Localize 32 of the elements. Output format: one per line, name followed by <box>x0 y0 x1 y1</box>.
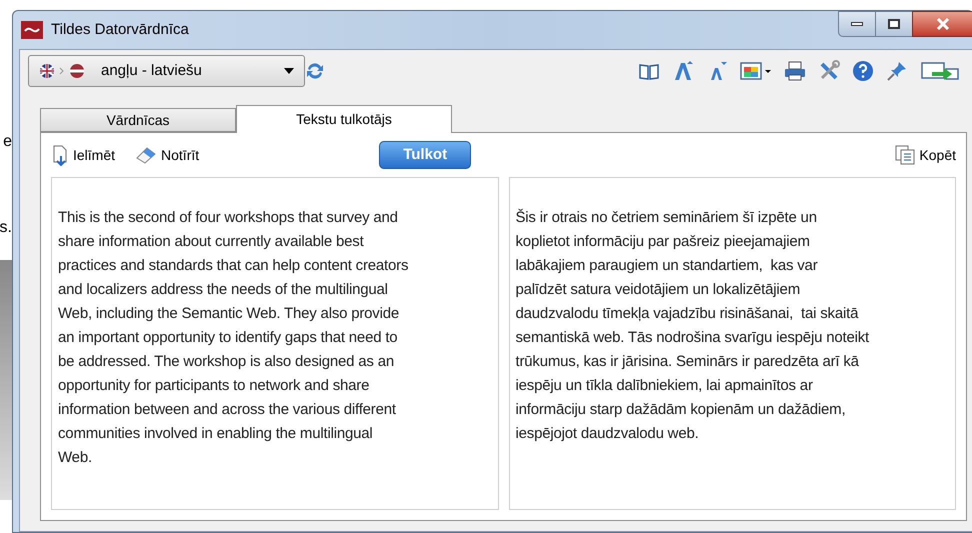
translated-text: Šis ir otrais no četriem semināriem šī izpēte un koplietot informāciju par pašreiz pieejamajiem labākajiem paraugiem un standartiem, kas var palīdzēt satura veidotājiem un lokalizētājiem daudzvalodu tīmekļa vajadzību risināšanai, tai skaitā semantiskā web. Tās nodrošina svarīgu iespēju noteikt trūkumus, kas ir jārisina. Seminārs ir paredzēta arī kā iespēju un tīkla dalībniekiem, lai apmainītos ar informāciju starp dažādām kopienām un dažādiem, iespējojot daudzvalodu web. <box>516 208 870 444</box>
color-scheme-icon[interactable] <box>740 60 772 82</box>
close-icon <box>936 18 950 30</box>
window-title: Tildes Datorvārdnīca <box>51 20 189 40</box>
chevron-icon <box>59 67 65 75</box>
tab[interactable]: Vārdnīcas <box>40 108 236 132</box>
background-text: e <box>3 132 12 152</box>
swap-arrows-icon[interactable] <box>305 61 325 81</box>
printer-icon[interactable] <box>784 60 806 82</box>
copy-icon <box>894 144 916 166</box>
help-icon[interactable] <box>852 60 874 82</box>
dropdown-caret-icon <box>284 68 294 74</box>
maximize-button[interactable] <box>876 11 912 37</box>
translation-text-box[interactable] <box>508 177 956 510</box>
background-text: s. <box>0 218 12 238</box>
copy-button[interactable]: Kopēt <box>894 144 956 166</box>
window-switch-icon[interactable] <box>920 60 960 82</box>
tools-icon[interactable] <box>818 60 840 82</box>
font-increase-icon[interactable] <box>672 60 694 82</box>
app-logo-icon <box>21 21 43 39</box>
pin-icon[interactable] <box>886 60 908 82</box>
paste-button[interactable]: Ielīmēt <box>51 144 116 166</box>
close-button[interactable] <box>912 11 972 37</box>
clear-button[interactable]: Notīrīt <box>135 144 200 166</box>
source-text: This is the second of four workshops that survey and share information about currently available best practices and standards that can help content creators and localizers address the needs of the multilingual Web, including the Semantic Web. They also provide an important opportunity to identify gaps that need to be addressed. The workshop is also designed as an opportunity for participants to network and share information between and across the various different communities involved in enabling the multilingual Web. <box>58 208 410 468</box>
source-text-box[interactable] <box>51 177 498 510</box>
minimize-button[interactable] <box>838 11 876 37</box>
latvia-flag-icon <box>69 63 85 79</box>
language-pair-dropdown[interactable]: angļu - latviešu <box>28 55 305 87</box>
eraser-icon <box>135 146 158 164</box>
tab[interactable]: Tekstu tulkotājs <box>236 105 452 133</box>
uk-flag-icon <box>39 63 55 79</box>
